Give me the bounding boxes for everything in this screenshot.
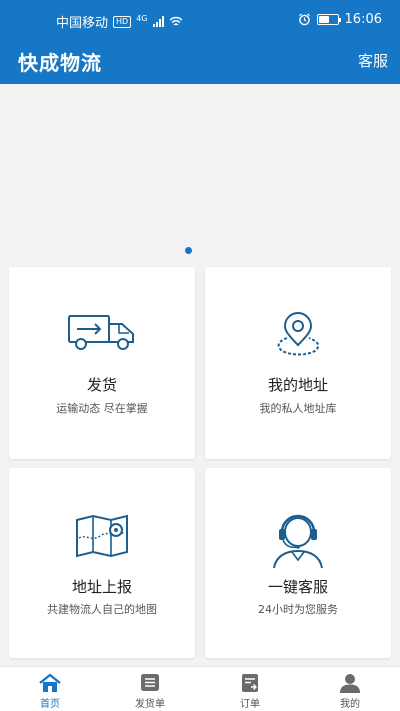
card-title: 地址上报 (71, 578, 132, 596)
home-icon (39, 673, 61, 692)
list-icon (141, 674, 159, 691)
user-icon (340, 674, 360, 693)
card-subtitle: 共建物流人自己的地图 (47, 603, 157, 616)
wifi-icon (169, 16, 182, 26)
battery-icon (316, 14, 341, 25)
card-subtitle: 24小时为您服务 (258, 603, 338, 616)
card-title: 发货 (86, 376, 117, 394)
app-title: 快成物流 (18, 51, 102, 75)
card-customer-service[interactable]: 一键客服 24小时为您服务 (205, 468, 391, 658)
tab-shipping-list[interactable]: 发货单 (100, 667, 200, 711)
customer-service-icon (273, 514, 323, 569)
status-bar: 中国移动 HD 4G 16:06 (0, 0, 400, 38)
tab-orders[interactable]: 订单 (200, 667, 300, 711)
alarm-icon (298, 13, 310, 26)
hd-badge: HD (113, 15, 132, 28)
map-pin-icon (277, 312, 320, 356)
tab-label: 订单 (240, 699, 260, 710)
card-address-report[interactable]: 地址上报 共建物流人自己的地图 (9, 468, 195, 658)
signal-icon (152, 16, 164, 27)
card-ship[interactable]: 发货 运输动态 尽在掌握 (9, 267, 195, 459)
tab-label: 我的 (340, 699, 360, 710)
folded-map-icon (76, 514, 128, 558)
truck-icon (68, 315, 134, 350)
customer-service-button[interactable]: 客服 (358, 50, 388, 71)
tab-mine[interactable]: 我的 (300, 667, 400, 711)
card-title: 一键客服 (267, 578, 328, 596)
app-bar: 快成物流 客服 (0, 38, 400, 84)
order-doc-icon (242, 674, 258, 692)
card-my-address[interactable]: 我的地址 我的私人地址库 (205, 267, 391, 459)
card-subtitle: 我的私人地址库 (259, 402, 337, 415)
tab-label: 发货单 (135, 699, 165, 710)
carousel-indicator-dot (185, 247, 192, 254)
banner-carousel[interactable] (0, 84, 400, 260)
tab-home[interactable]: 首页 (0, 667, 100, 711)
tab-label: 首页 (40, 699, 60, 710)
card-subtitle: 运输动态 尽在掌握 (56, 402, 148, 415)
network-type: 4G (136, 14, 148, 23)
clock-time: 16:06 (344, 12, 382, 27)
card-title: 我的地址 (267, 376, 328, 394)
bottom-tab-bar: 首页 发货单 订单 我的 (0, 666, 400, 711)
carrier-name: 中国移动 (56, 16, 109, 31)
